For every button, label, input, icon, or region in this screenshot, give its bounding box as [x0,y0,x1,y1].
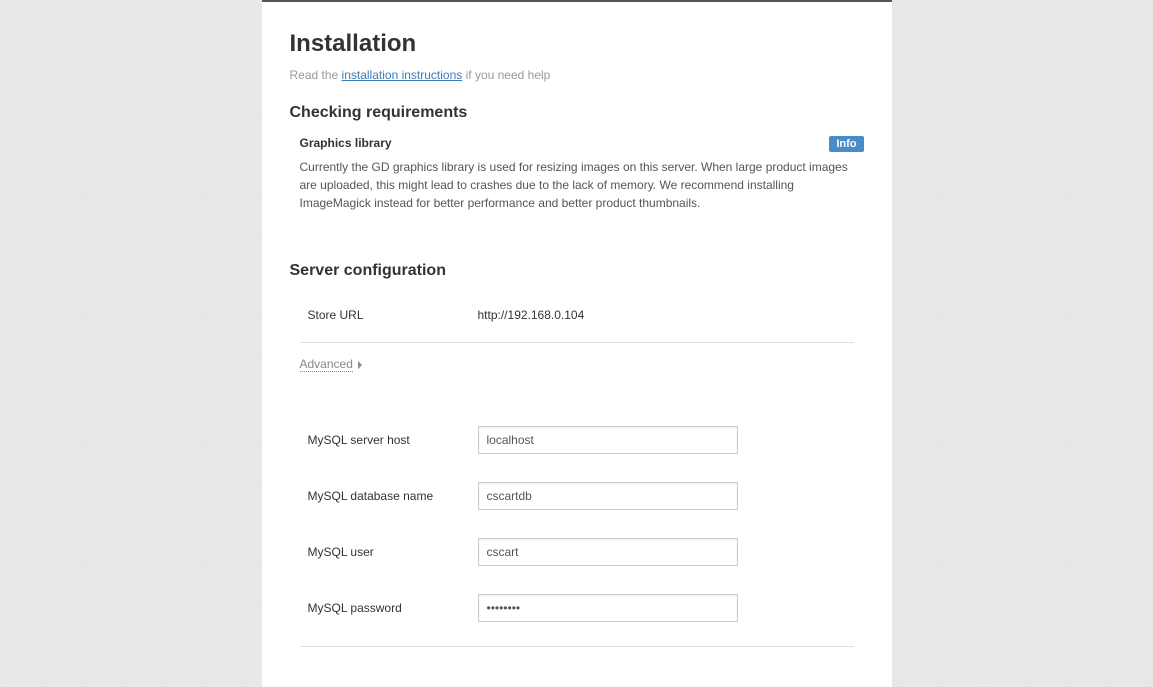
server-config-section: Server configuration Store URL http://19… [290,262,864,647]
mysql-db-input[interactable] [478,482,738,510]
info-badge: Info [829,136,863,152]
requirements-heading: Checking requirements [290,104,864,122]
mysql-db-row: MySQL database name [290,468,864,524]
mysql-user-input[interactable] [478,538,738,566]
mysql-host-input[interactable] [478,426,738,454]
bottom-divider [300,646,854,647]
store-url-value: http://192.168.0.104 [478,308,585,322]
advanced-toggle-label: Advanced [300,357,353,372]
mysql-db-label: MySQL database name [308,489,478,503]
requirements-section: Checking requirements Info Graphics libr… [290,104,864,212]
page-title: Installation [290,30,864,58]
mysql-password-label: MySQL password [308,601,478,615]
installation-instructions-link[interactable]: installation instructions [342,68,463,82]
requirement-item: Info Graphics library Currently the GD g… [290,136,864,212]
chevron-right-icon [358,361,362,369]
requirement-title: Graphics library [300,136,864,150]
subtitle-prefix: Read the [290,68,342,82]
store-url-label: Store URL [308,308,478,322]
advanced-toggle[interactable]: Advanced [300,357,362,372]
mysql-password-input[interactable] [478,594,738,622]
divider [300,342,854,343]
subtitle-suffix: if you need help [462,68,550,82]
store-url-row: Store URL http://192.168.0.104 [290,294,864,336]
server-config-heading: Server configuration [290,262,864,280]
mysql-user-label: MySQL user [308,545,478,559]
requirement-description: Currently the GD graphics library is use… [300,158,864,212]
mysql-password-row: MySQL password [290,580,864,636]
page-subtitle: Read the installation instructions if yo… [290,68,864,82]
mysql-host-row: MySQL server host [290,412,864,468]
content-area: Installation Read the installation instr… [262,2,892,687]
mysql-host-label: MySQL server host [308,433,478,447]
mysql-user-row: MySQL user [290,524,864,580]
main-container: Installation Read the installation instr… [262,0,892,687]
